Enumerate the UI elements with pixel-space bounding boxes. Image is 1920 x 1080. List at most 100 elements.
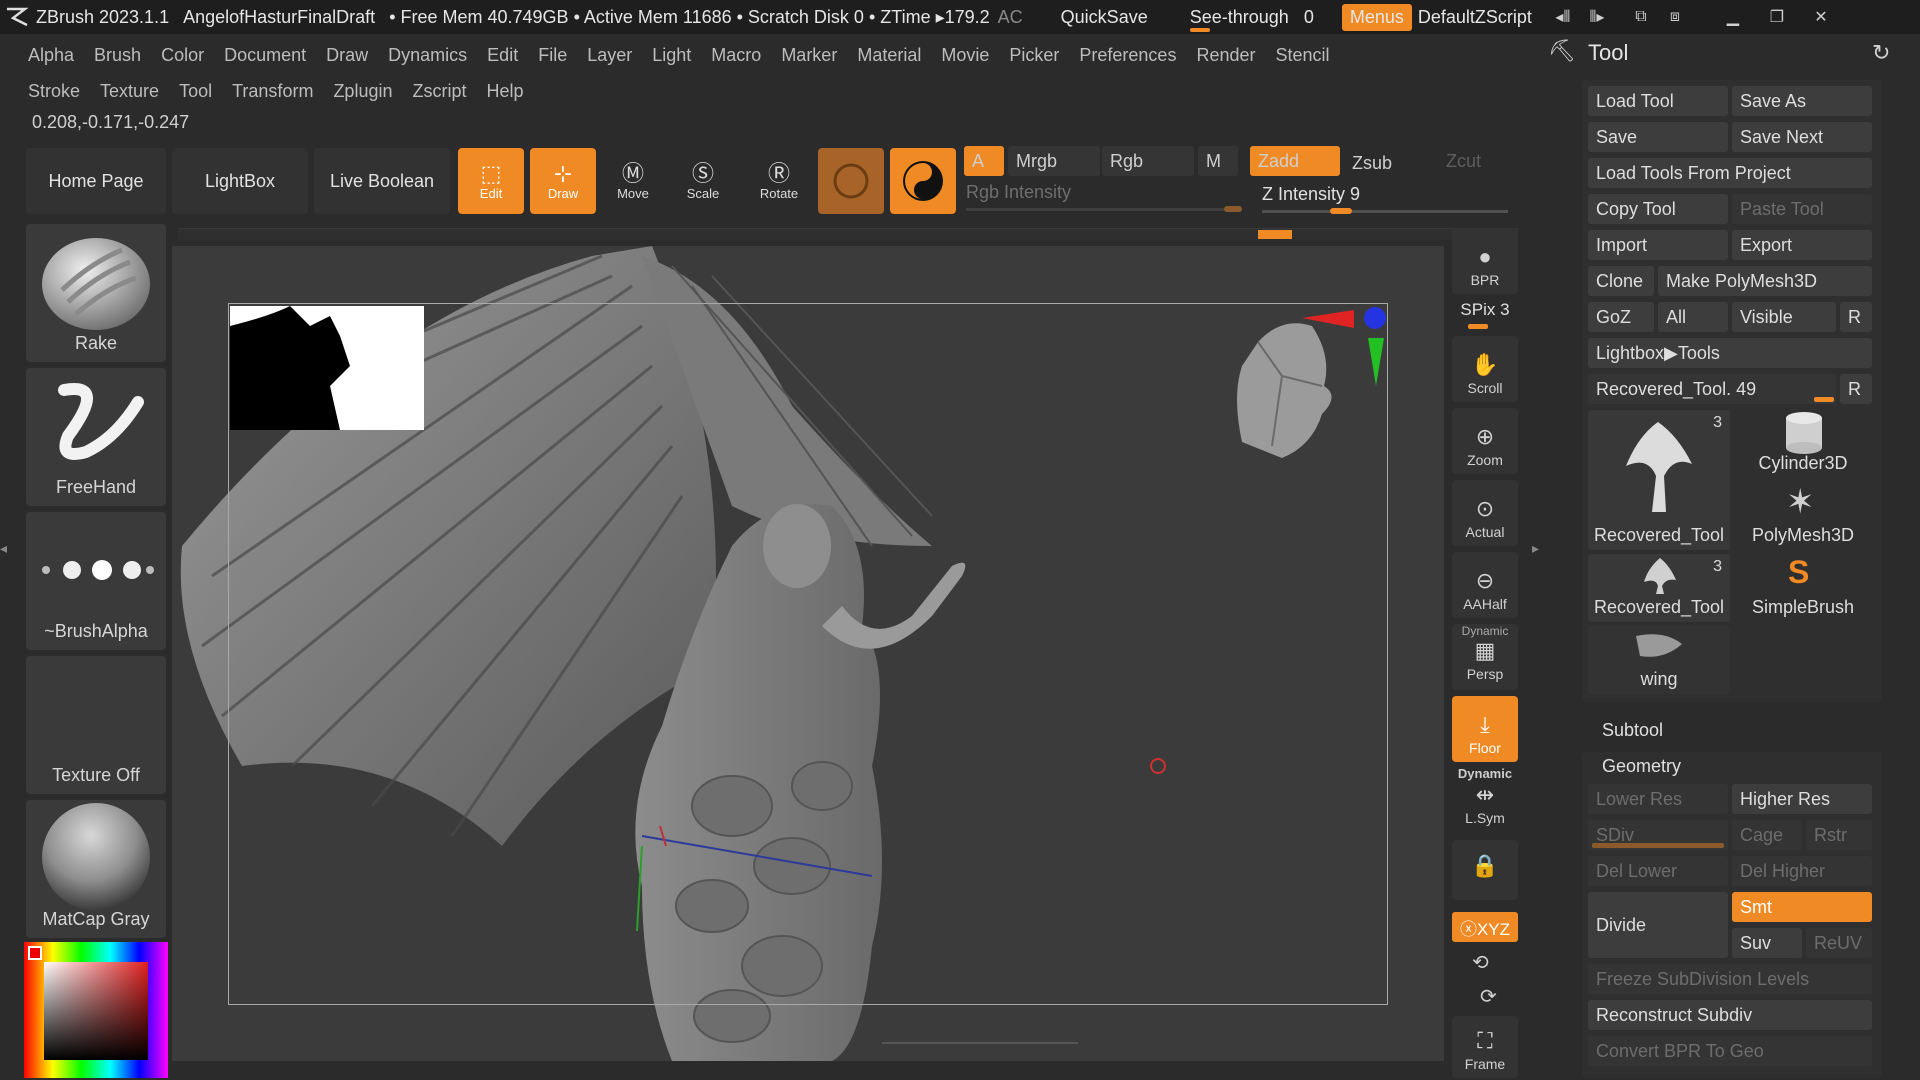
menu-picker[interactable]: Picker xyxy=(1001,42,1067,69)
import-button[interactable]: Import xyxy=(1588,230,1728,260)
rgb-intensity-slider[interactable]: Rgb Intensity xyxy=(966,182,1242,212)
menu-file[interactable]: File xyxy=(530,42,575,69)
tool-thumb-recovered-1[interactable]: 3 Recovered_Tool xyxy=(1588,410,1730,550)
make-polymesh3d-button[interactable]: Make PolyMesh3D xyxy=(1658,266,1872,296)
close-icon[interactable]: ✕ xyxy=(1804,4,1838,30)
persp-button[interactable]: Dynamic ▦ Persp xyxy=(1452,624,1518,690)
menu-help[interactable]: Help xyxy=(478,78,531,105)
del-lower-button[interactable]: Del Lower xyxy=(1588,856,1728,886)
rotate-button[interactable]: Ⓡ Rotate xyxy=(746,148,812,214)
lsym-button[interactable]: ⇹ L.Sym xyxy=(1452,780,1518,832)
z-intensity-slider[interactable]: Z Intensity 9 xyxy=(1262,184,1508,214)
panel-refresh-icon[interactable]: ↻ xyxy=(1872,40,1890,66)
menu-zscript[interactable]: Zscript xyxy=(404,78,474,105)
draw-button[interactable]: ⊹ Draw xyxy=(530,148,596,214)
frame-button[interactable]: ⛶ Frame xyxy=(1452,1016,1518,1078)
menu-brush[interactable]: Brush xyxy=(86,42,149,69)
menu-macro[interactable]: Macro xyxy=(703,42,769,69)
menu-color[interactable]: Color xyxy=(153,42,212,69)
rgb-button[interactable]: Rgb xyxy=(1102,146,1194,176)
freeze-subdivision-button[interactable]: Freeze SubDivision Levels xyxy=(1588,964,1872,994)
sdiv-slider[interactable]: SDiv xyxy=(1588,820,1728,850)
save-as-button[interactable]: Save As xyxy=(1732,86,1872,116)
tool-selector-slider[interactable]: Recovered_Tool. 49 xyxy=(1588,374,1836,404)
menu-layer[interactable]: Layer xyxy=(579,42,640,69)
cage-button[interactable]: Cage xyxy=(1732,820,1802,850)
rotate-z-icon[interactable]: ⟳ xyxy=(1480,984,1510,1010)
lightbox-button[interactable]: LightBox xyxy=(172,148,308,214)
minimize-icon[interactable]: ▁ xyxy=(1716,4,1750,30)
tool-thumb-simplebrush[interactable]: S SimpleBrush xyxy=(1732,554,1874,622)
load-tools-from-project-button[interactable]: Load Tools From Project xyxy=(1588,158,1872,188)
reuv-toggle[interactable]: ReUV xyxy=(1806,928,1872,958)
smt-toggle[interactable]: Smt xyxy=(1732,892,1872,922)
menu-movie[interactable]: Movie xyxy=(933,42,997,69)
menu-zplugin[interactable]: Zplugin xyxy=(325,78,400,105)
copy-tool-button[interactable]: Copy Tool xyxy=(1588,194,1728,224)
left-collapse-icon[interactable]: ◂ xyxy=(0,540,10,570)
menu-dynamics[interactable]: Dynamics xyxy=(380,42,475,69)
restore-icon[interactable]: ❐ xyxy=(1760,4,1794,30)
menu-stroke[interactable]: Stroke xyxy=(20,78,88,105)
zsub-button[interactable]: Zsub xyxy=(1344,148,1434,178)
move-button[interactable]: Ⓜ Move xyxy=(600,148,666,214)
menu-material[interactable]: Material xyxy=(849,42,929,69)
zbrush-mode-button[interactable] xyxy=(890,148,956,214)
tool-thumb-wing[interactable]: wing xyxy=(1588,626,1730,694)
del-higher-button[interactable]: Del Higher xyxy=(1732,856,1872,886)
bottom-scroll-handle[interactable] xyxy=(882,1042,1078,1052)
higher-res-button[interactable]: Higher Res xyxy=(1732,784,1872,814)
export-button[interactable]: Export xyxy=(1732,230,1872,260)
floor-button[interactable]: ⤓ Floor xyxy=(1452,696,1518,762)
menu-tool[interactable]: Tool xyxy=(171,78,220,105)
menu-document[interactable]: Document xyxy=(216,42,314,69)
lightbox-tools-button[interactable]: Lightbox▶Tools xyxy=(1588,338,1872,368)
mrgb-button[interactable]: Mrgb xyxy=(1008,146,1100,176)
convert-bpr-button[interactable]: Convert BPR To Geo xyxy=(1588,1036,1872,1066)
suv-toggle[interactable]: Suv xyxy=(1732,928,1802,958)
aahalf-button[interactable]: ⊖ AAHalf xyxy=(1452,552,1518,618)
menu-edit[interactable]: Edit xyxy=(479,42,526,69)
live-boolean-button[interactable]: Live Boolean xyxy=(314,148,450,214)
goz-visible-button[interactable]: Visible xyxy=(1732,302,1836,332)
actual-button[interactable]: ⊙ Actual xyxy=(1452,480,1518,546)
right-collapse-icon[interactable]: ▸ xyxy=(1532,540,1542,570)
tool-selector-r-button[interactable]: R xyxy=(1840,374,1872,404)
script-label[interactable]: DefaultZScript xyxy=(1418,7,1532,28)
rotate-y-icon[interactable]: ⟲ xyxy=(1472,950,1502,976)
texture-selector[interactable]: Texture Off xyxy=(26,656,166,794)
menu-alpha[interactable]: Alpha xyxy=(20,42,82,69)
zoom-button[interactable]: ⊕ Zoom xyxy=(1452,408,1518,474)
tool-thumb-polymesh3d[interactable]: ✶ PolyMesh3D xyxy=(1732,482,1874,550)
lower-res-button[interactable]: Lower Res xyxy=(1588,784,1728,814)
brush-selector[interactable]: Rake xyxy=(26,224,166,362)
primary-color-swatch[interactable] xyxy=(28,946,42,960)
clone-button[interactable]: Clone xyxy=(1588,266,1654,296)
menu-preferences[interactable]: Preferences xyxy=(1071,42,1184,69)
menu-stencil[interactable]: Stencil xyxy=(1268,42,1338,69)
geometry-header[interactable]: Geometry xyxy=(1602,756,1681,777)
xyz-button[interactable]: ⓧXYZ xyxy=(1452,912,1518,942)
menu-light[interactable]: Light xyxy=(644,42,699,69)
scale-button[interactable]: Ⓢ Scale xyxy=(670,148,736,214)
seethrough-slider[interactable]: See-through 0 xyxy=(1189,7,1314,32)
goz-button[interactable]: GoZ xyxy=(1588,302,1654,332)
save-next-button[interactable]: Save Next xyxy=(1732,122,1872,152)
timeline-marker[interactable] xyxy=(1258,230,1292,239)
menu-texture[interactable]: Texture xyxy=(92,78,167,105)
draw-mode-sphere-button[interactable] xyxy=(818,148,884,214)
color-saturation-square[interactable] xyxy=(44,962,148,1060)
spix-slider[interactable]: SPix 3 xyxy=(1452,300,1518,330)
zadd-button[interactable]: Zadd xyxy=(1250,146,1340,176)
material-selector[interactable]: MatCap Gray xyxy=(26,800,166,938)
divide-button[interactable]: Divide xyxy=(1588,892,1728,958)
tool-thumb-cylinder3d[interactable]: Cylinder3D xyxy=(1732,410,1874,478)
quicksave-button[interactable]: QuickSave xyxy=(1061,7,1148,28)
reconstruct-subdiv-button[interactable]: Reconstruct Subdiv xyxy=(1588,1000,1872,1030)
alpha-selector[interactable]: ~BrushAlpha xyxy=(26,512,166,650)
ui-layout-icon[interactable]: ⧉ xyxy=(1624,4,1658,30)
goz-r-button[interactable]: R xyxy=(1840,302,1872,332)
home-page-button[interactable]: Home Page xyxy=(26,148,166,214)
subtool-header[interactable]: Subtool xyxy=(1602,720,1663,741)
goz-all-button[interactable]: All xyxy=(1658,302,1728,332)
